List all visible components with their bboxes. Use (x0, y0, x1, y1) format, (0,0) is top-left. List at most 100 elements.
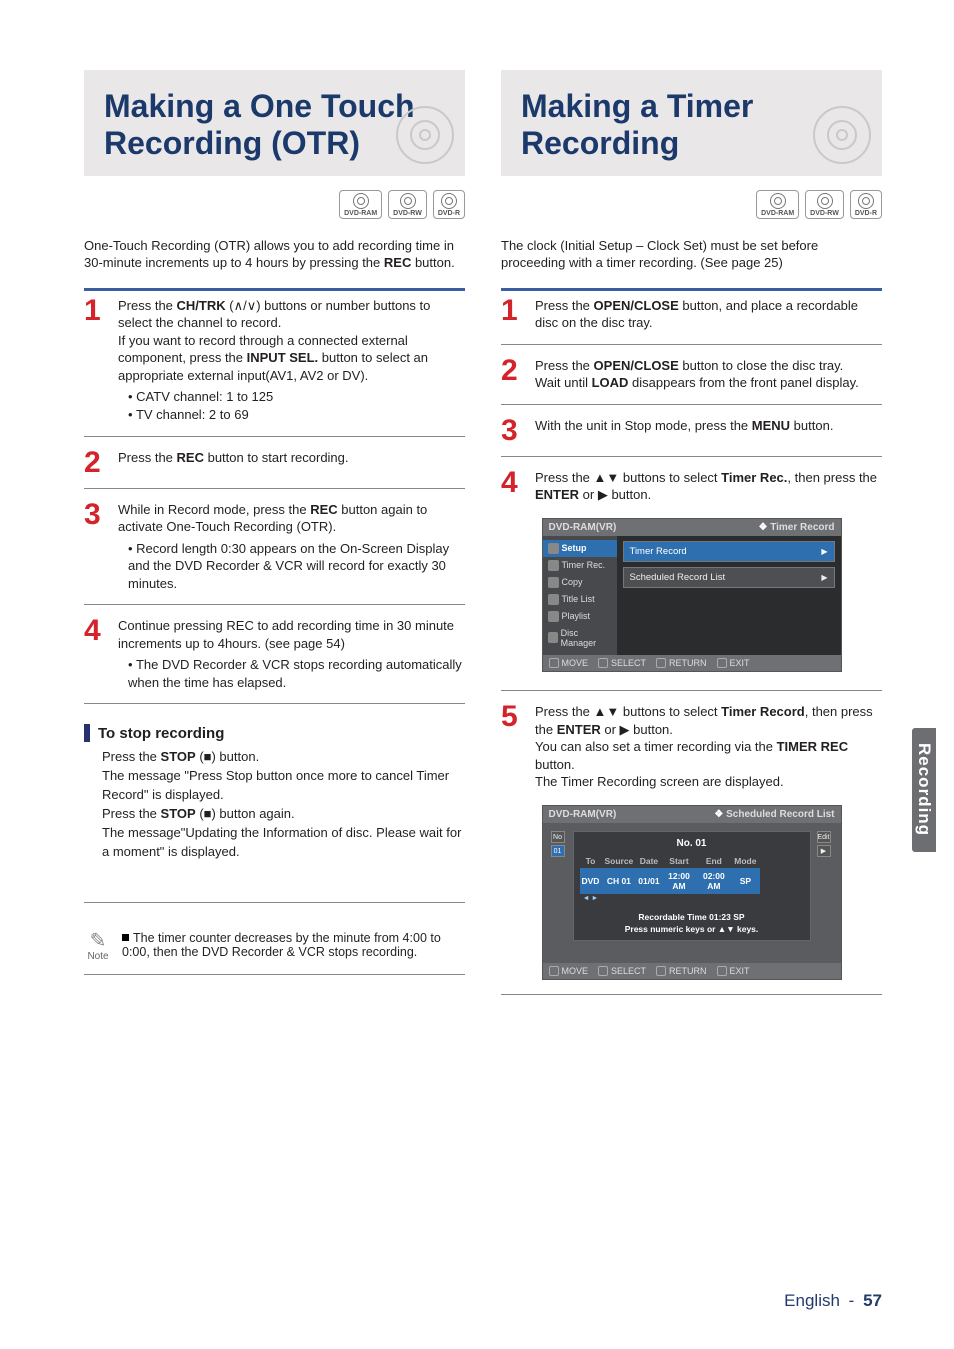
arrow-hint: ◄ ► (580, 894, 602, 904)
table-header-row: To Source Date Start End Mode (580, 854, 760, 868)
badge-dvd-rw: DVD-RW (388, 190, 427, 219)
page-footer: English - 57 (784, 1291, 882, 1311)
footer-dash: - (849, 1291, 855, 1310)
subhead-bar-icon (84, 724, 90, 742)
badge-dvd-ram-label: DVD-RAM (344, 210, 377, 217)
osd-scheduled-record: DVD-RAM(VR) Scheduled Record List No 01 … (542, 805, 842, 980)
footer-language: English (784, 1291, 840, 1310)
pencil-icon: ✎ (84, 931, 112, 951)
rail-cell-no: No (551, 831, 565, 843)
subheading-row: To stop recording (84, 724, 465, 742)
left-step-4: 4 Continue pressing REC to add recording… (84, 617, 465, 691)
rule-accent (501, 288, 882, 291)
clock-icon (548, 560, 559, 571)
rail-cell-edit: Edit (817, 831, 831, 843)
osd-side-setup: Setup (543, 540, 617, 557)
rule-thin (501, 456, 882, 457)
osd-schedule-table: To Source Date Start End Mode DVD CH 01 … (580, 854, 760, 904)
playlist-icon (548, 611, 559, 622)
note-label: Note (87, 951, 108, 962)
osd-msg-1: Recordable Time 01:23 SP (580, 912, 804, 922)
left-column: Making a One Touch Recording (OTR) DVD-R… (84, 70, 465, 1007)
rule-thin (84, 703, 465, 704)
bullet: TV channel: 2 to 69 (128, 406, 465, 424)
step-number: 3 (84, 501, 108, 528)
rule-thin (84, 974, 465, 975)
osd-footer: MOVE SELECT RETURN EXIT (543, 963, 841, 979)
osd-timer-rec-menu: DVD-RAM(VR) Timer Record Setup Timer Rec… (542, 518, 842, 672)
osd-side-copy: Copy (543, 574, 617, 591)
section-tab-recording: Recording (912, 728, 936, 852)
osd-side-title-list: Title List (543, 591, 617, 608)
gear-icon (548, 543, 559, 554)
osd-mode: DVD-RAM(VR) (549, 809, 617, 820)
chip-icon (717, 966, 727, 976)
badge-dvd-rw: DVD-RW (805, 190, 844, 219)
right-intro: The clock (Initial Setup – Clock Set) mu… (501, 237, 882, 272)
right-column: Making a Timer Recording DVD-RAM DVD-RW … (501, 70, 882, 1007)
triangle-right-icon: ▶ (821, 573, 827, 582)
step-number: 4 (84, 617, 108, 644)
left-title-block: Making a One Touch Recording (OTR) (84, 70, 465, 176)
osd-panel-title: No. 01 (580, 838, 804, 849)
triangle-right-icon: ▶ (821, 547, 827, 556)
disc-icon (548, 632, 558, 643)
stop-recording-body: Press the STOP (■) button. The message "… (84, 748, 465, 861)
left-title-line2: Recording (OTR) (104, 125, 360, 161)
disc-badges: DVD-RAM DVD-RW DVD-R (84, 190, 465, 219)
osd-crumb: Timer Record (758, 522, 834, 533)
badge-dvd-rw-label: DVD-RW (393, 210, 422, 217)
bullet: The DVD Recorder & VCR stops recording a… (128, 656, 465, 691)
bullet: CATV channel: 1 to 125 (128, 388, 465, 406)
left-intro: One-Touch Recording (OTR) allows you to … (84, 237, 465, 272)
osd-left-rail: No 01 (551, 831, 567, 859)
chip-icon (549, 658, 559, 668)
rule-thin (84, 436, 465, 437)
step-number: 3 (501, 417, 525, 444)
right-title-block: Making a Timer Recording (501, 70, 882, 176)
list-icon (548, 594, 559, 605)
badge-dvd-ram: DVD-RAM (756, 190, 799, 219)
osd-side-disc-manager: Disc Manager (543, 625, 617, 651)
osd-right-rail: Edit ▶ (817, 831, 833, 859)
right-title: Making a Timer Recording (521, 88, 862, 162)
left-step-3: 3 While in Record mode, press the REC bu… (84, 501, 465, 593)
chip-icon (656, 658, 666, 668)
left-title-line1: Making a One Touch (104, 88, 415, 124)
step-number: 1 (84, 297, 108, 324)
osd-footer: MOVE SELECT RETURN EXIT (543, 655, 841, 671)
chip-icon (549, 966, 559, 976)
rule-thin (501, 994, 882, 995)
left-title: Making a One Touch Recording (OTR) (104, 88, 445, 162)
rule-thin (84, 902, 465, 903)
chip-icon (598, 658, 608, 668)
osd-sidebar: Setup Timer Rec. Copy Title List Playlis… (543, 536, 617, 655)
badge-dvd-ram: DVD-RAM (339, 190, 382, 219)
rule-thin (501, 344, 882, 345)
right-step-4: 4 Press the ▲▼ buttons to select Timer R… (501, 469, 882, 504)
table-data-row: DVD CH 01 01/01 12:00 AM 02:00 AM SP (580, 868, 760, 894)
left-step-1: 1 Press the CH/TRK (∧/∨) buttons or numb… (84, 297, 465, 424)
rule-thin (501, 404, 882, 405)
chip-icon (598, 966, 608, 976)
rule-accent (84, 288, 465, 291)
osd-side-playlist: Playlist (543, 608, 617, 625)
right-title-line2: Recording (521, 125, 679, 161)
right-step-1: 1 Press the OPEN/CLOSE button, and place… (501, 297, 882, 332)
osd-row-scheduled-list: Scheduled Record List▶ (623, 567, 835, 588)
note-text: The timer counter decreases by the minut… (122, 931, 441, 959)
osd-main: Timer Record▶ Scheduled Record List▶ (617, 536, 841, 655)
step-number: 2 (84, 449, 108, 476)
right-title-line1: Making a Timer (521, 88, 753, 124)
footer-page-number: 57 (863, 1291, 882, 1310)
rail-cell-01: 01 (551, 845, 565, 857)
osd-row-timer-record: Timer Record▶ (623, 541, 835, 562)
chip-icon (656, 966, 666, 976)
table-arrow-row: ◄ ► (580, 894, 760, 904)
left-step-2: 2 Press the REC button to start recordin… (84, 449, 465, 476)
note-icon: ✎ Note (84, 931, 112, 962)
rule-thin (501, 690, 882, 691)
chip-icon (717, 658, 727, 668)
step-number: 2 (501, 357, 525, 384)
right-step-2: 2 Press the OPEN/CLOSE button to close t… (501, 357, 882, 392)
